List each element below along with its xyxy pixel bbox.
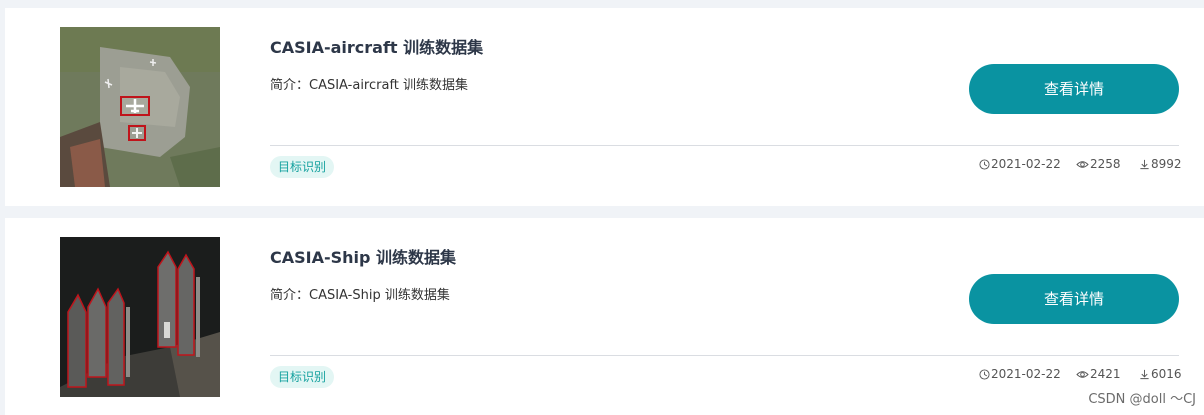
date-text: 2021-02-22 xyxy=(991,157,1061,171)
views-meta: 2258 xyxy=(1076,156,1121,172)
downloads-count: 8992 xyxy=(1151,157,1182,171)
dataset-description: 简介：CASIA-Ship 训练数据集 xyxy=(270,288,450,303)
dataset-description: 简介：CASIA-aircraft 训练数据集 xyxy=(270,78,469,93)
clock-icon xyxy=(979,368,990,380)
dataset-thumbnail[interactable] xyxy=(60,27,220,187)
eye-icon xyxy=(1076,370,1089,378)
dataset-thumbnail[interactable] xyxy=(60,237,220,397)
downloads-meta: 6016 xyxy=(1139,366,1182,382)
dataset-title[interactable]: CASIA-aircraft 训练数据集 xyxy=(270,34,483,58)
view-details-button[interactable]: 查看详情 xyxy=(969,274,1179,324)
views-count: 2421 xyxy=(1090,367,1121,381)
divider xyxy=(270,145,1179,146)
view-details-button[interactable]: 查看详情 xyxy=(969,64,1179,114)
ship-satellite-image xyxy=(60,237,220,397)
downloads-meta: 8992 xyxy=(1139,156,1182,172)
category-tag[interactable]: 目标识别 xyxy=(270,156,335,178)
aircraft-satellite-image xyxy=(60,27,220,187)
clock-icon xyxy=(979,158,990,170)
downloads-count: 6016 xyxy=(1151,367,1182,381)
eye-icon xyxy=(1076,160,1089,168)
views-meta: 2421 xyxy=(1076,366,1121,382)
download-icon xyxy=(1140,369,1149,379)
views-count: 2258 xyxy=(1090,157,1121,171)
dataset-title[interactable]: CASIA-Ship 训练数据集 xyxy=(270,244,456,268)
date-meta: 2021-02-22 xyxy=(979,366,1061,382)
date-text: 2021-02-22 xyxy=(991,367,1061,381)
divider xyxy=(270,355,1179,356)
date-meta: 2021-02-22 xyxy=(979,156,1061,172)
category-tag[interactable]: 目标识别 xyxy=(270,366,335,388)
download-icon xyxy=(1140,159,1149,169)
dataset-card: CASIA-Ship 训练数据集 简介：CASIA-Ship 训练数据集 查看详… xyxy=(5,218,1204,415)
watermark: CSDN @doll ～CJ xyxy=(1088,392,1196,407)
dataset-card: CASIA-aircraft 训练数据集 简介：CASIA-aircraft 训… xyxy=(5,8,1204,206)
